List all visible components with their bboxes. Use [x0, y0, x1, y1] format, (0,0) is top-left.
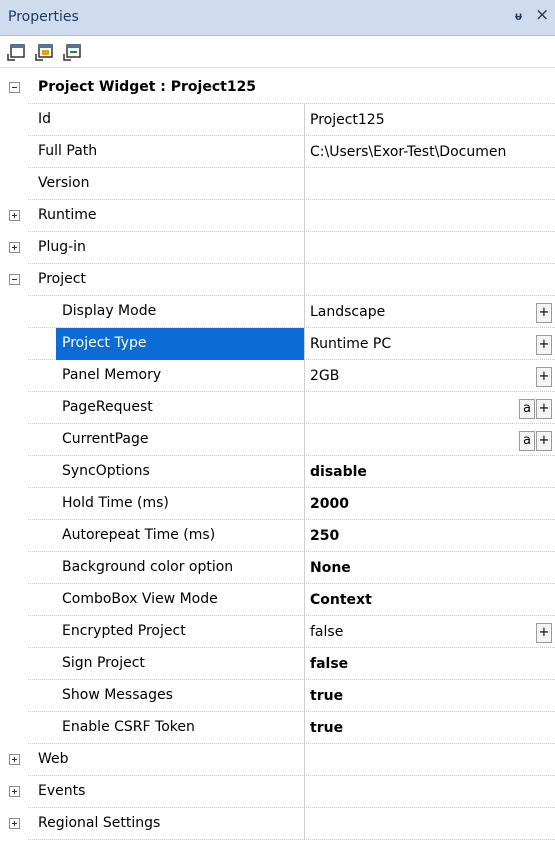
property-name: Encrypted Project — [62, 623, 186, 639]
property-grid: Project Widget : Project125 Id Project12… — [0, 72, 555, 840]
expand-icon[interactable] — [9, 210, 20, 221]
property-value[interactable]: 250 — [310, 520, 555, 552]
property-row-show-messages[interactable]: Show Messages true — [0, 680, 555, 712]
panel-title: Properties — [8, 9, 79, 25]
property-pages-icon[interactable] — [62, 42, 82, 62]
property-row-combobox-view-mode[interactable]: ComboBox View Mode Context — [0, 584, 555, 616]
property-row-hold-time[interactable]: Hold Time (ms) 2000 — [0, 488, 555, 520]
property-name: PageRequest — [62, 399, 153, 415]
expand-icon[interactable] — [9, 786, 20, 797]
property-row-display-mode[interactable]: Display Mode Landscape + — [0, 296, 555, 328]
property-name: Plug-in — [38, 239, 86, 255]
collapse-icon[interactable] — [9, 82, 20, 93]
property-value[interactable]: Project125 — [310, 104, 555, 136]
property-value[interactable]: Runtime PC — [310, 328, 555, 360]
property-row-events[interactable]: Events — [0, 776, 555, 808]
expand-button[interactable]: + — [536, 303, 552, 323]
property-value[interactable]: C:\Users\Exor-Test\Documen — [310, 136, 555, 168]
group-header: Project Widget : Project125 — [38, 79, 257, 95]
property-name: Regional Settings — [38, 815, 161, 831]
property-name: Runtime — [38, 207, 97, 223]
attach-tag-button[interactable]: a — [519, 431, 535, 451]
categorized-view-icon[interactable] — [6, 42, 26, 62]
property-value[interactable]: true — [310, 680, 555, 712]
property-row-current-page[interactable]: CurrentPage a + — [0, 424, 555, 456]
collapse-icon[interactable] — [9, 274, 20, 285]
expand-icon[interactable] — [9, 242, 20, 253]
pin-icon[interactable]: ᵾ — [515, 9, 522, 23]
property-value[interactable]: disable — [310, 456, 555, 488]
property-row-background-color-option[interactable]: Background color option None — [0, 552, 555, 584]
expand-icon[interactable] — [9, 818, 20, 829]
attach-tag-button[interactable]: a — [519, 399, 535, 419]
property-row-sync-options[interactable]: SyncOptions disable — [0, 456, 555, 488]
property-row-web[interactable]: Web — [0, 744, 555, 776]
property-row-runtime[interactable]: Runtime — [0, 200, 555, 232]
property-name: Project — [38, 271, 86, 287]
property-row-enable-csrf-token[interactable]: Enable CSRF Token true — [0, 712, 555, 744]
property-name: Autorepeat Time (ms) — [62, 527, 216, 543]
property-name: Background color option — [62, 559, 234, 575]
expand-button[interactable]: + — [536, 623, 552, 643]
property-name: CurrentPage — [62, 431, 149, 447]
property-row-id[interactable]: Id Project125 — [0, 104, 555, 136]
property-row-version[interactable]: Version — [0, 168, 555, 200]
expand-button[interactable]: + — [536, 367, 552, 387]
property-row-encrypted-project[interactable]: Encrypted Project false + — [0, 616, 555, 648]
property-name-selected: Project Type — [56, 328, 304, 360]
expand-icon[interactable] — [9, 754, 20, 765]
property-name: Show Messages — [62, 687, 173, 703]
property-row-project-type[interactable]: Project Type Runtime PC + — [0, 328, 555, 360]
property-value[interactable]: false — [310, 648, 555, 680]
property-value[interactable]: Context — [310, 584, 555, 616]
property-name: Full Path — [38, 143, 98, 159]
property-row-sign-project[interactable]: Sign Project false — [0, 648, 555, 680]
property-value[interactable]: 2GB — [310, 360, 555, 392]
property-row-project[interactable]: Project — [0, 264, 555, 296]
group-header-row[interactable]: Project Widget : Project125 — [0, 72, 555, 104]
expand-button[interactable]: + — [536, 431, 552, 451]
property-value[interactable]: 2000 — [310, 488, 555, 520]
close-icon[interactable]: × — [535, 5, 549, 25]
property-name: SyncOptions — [62, 463, 150, 479]
property-name: Enable CSRF Token — [62, 719, 195, 735]
property-value[interactable]: Landscape — [310, 296, 555, 328]
property-name: Sign Project — [62, 655, 145, 671]
expand-button[interactable]: + — [536, 335, 552, 355]
property-name: Hold Time (ms) — [62, 495, 169, 511]
property-value[interactable]: false — [310, 616, 555, 648]
properties-panel-titlebar: Properties ᵾ × — [0, 0, 555, 36]
property-name: Panel Memory — [62, 367, 162, 383]
property-name: Web — [38, 751, 69, 767]
property-value[interactable]: None — [310, 552, 555, 584]
properties-toolbar — [0, 36, 555, 68]
property-value[interactable] — [310, 168, 555, 200]
property-row-page-request[interactable]: PageRequest a + — [0, 392, 555, 424]
property-row-full-path[interactable]: Full Path C:\Users\Exor-Test\Documen — [0, 136, 555, 168]
property-name: Id — [38, 111, 52, 127]
property-name: Events — [38, 783, 86, 799]
alphabetical-view-icon[interactable] — [34, 42, 54, 62]
expand-button[interactable]: + — [536, 399, 552, 419]
property-name: ComboBox View Mode — [62, 591, 218, 607]
property-name: Display Mode — [62, 303, 157, 319]
property-row-plugin[interactable]: Plug-in — [0, 232, 555, 264]
property-row-panel-memory[interactable]: Panel Memory 2GB + — [0, 360, 555, 392]
property-row-autorepeat-time[interactable]: Autorepeat Time (ms) 250 — [0, 520, 555, 552]
property-row-regional-settings[interactable]: Regional Settings — [0, 808, 555, 840]
property-name: Version — [38, 175, 90, 191]
property-value[interactable]: true — [310, 712, 555, 744]
